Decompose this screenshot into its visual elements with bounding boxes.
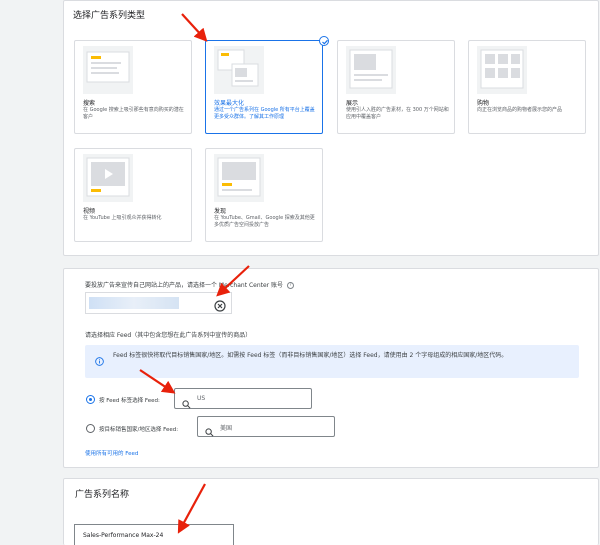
help-icon[interactable]: ? — [286, 282, 294, 289]
tile-discovery-title: 发现 — [214, 208, 227, 215]
search-icon — [182, 394, 191, 409]
search-icon — [205, 422, 214, 437]
tile-performance-max[interactable]: 效果最大化 通过一个广告系列在 Google 所有平台上覆盖更多受众群体。了解其… — [205, 40, 323, 134]
left-gutter — [0, 0, 62, 545]
radio-feed-label-button[interactable] — [86, 395, 95, 404]
clear-icon[interactable] — [214, 297, 226, 312]
tile-display-title: 展示 — [346, 100, 359, 107]
merchant-account-value-redacted — [89, 297, 179, 309]
radio-feed-label-text: 按 Feed 标签选择 Feed: — [99, 398, 160, 404]
tile-display[interactable]: 展示 使用引人入胜的广告素材，在 300 万个网站和应用中覆盖客户 — [337, 40, 455, 134]
campaign-name-input[interactable]: Sales-Performance Max-24 — [74, 524, 234, 545]
performance-max-thumbnail-icon — [214, 46, 264, 94]
tile-performance-max-desc: 通过一个广告系列在 Google 所有平台上覆盖更多受众群体。了解其工作原理 — [214, 107, 315, 120]
use-all-feeds-link[interactable]: 使用所有可用的 Feed — [85, 449, 138, 457]
display-thumbnail-icon — [346, 46, 396, 94]
campaign-name-title: 广告系列名称 — [75, 490, 130, 500]
merchant-account-label: 要投放广告来宣传自己网站上的产品，请选择一个 Merchant Center 账… — [85, 280, 294, 289]
tile-video[interactable]: 视频 在 YouTube 上吸引观众并获得转化 — [74, 148, 192, 242]
tile-shopping-title: 购物 — [477, 100, 490, 107]
info-banner-text: Feed 标签很快将取代目标销售国家/地区。如需按 Feed 标签（而非目标销售… — [113, 352, 508, 359]
feed-label-info-banner: Feed 标签很快将取代目标销售国家/地区。如需按 Feed 标签（而非目标销售… — [85, 345, 579, 378]
video-thumbnail-icon — [83, 154, 133, 202]
tile-discovery[interactable]: 发现 在 YouTube、Gmail、Google 探索及其他更多优质广告空间投… — [205, 148, 323, 242]
radio-country-button[interactable] — [86, 424, 95, 433]
feed-select-label: 请选择相应 Feed（其中包含您想在此广告系列中宣传的商品） — [85, 332, 252, 339]
tile-video-desc: 在 YouTube 上吸引观众并获得转化 — [83, 215, 162, 221]
tile-search[interactable]: 搜索 在 Google 搜索上吸引那些有意向购买的潜在客户 — [74, 40, 192, 134]
tile-shopping[interactable]: 购物 向正在浏览商品的购物者展示您的产品 — [468, 40, 586, 134]
feed-label-search-input[interactable]: US — [174, 388, 312, 409]
campaign-name-value: Sales-Performance Max-24 — [83, 532, 164, 539]
tile-shopping-desc: 向正在浏览商品的购物者展示您的产品 — [477, 107, 563, 113]
search-thumbnail-icon — [83, 46, 133, 94]
shopping-thumbnail-icon — [477, 46, 527, 94]
country-search-value: 美国 — [220, 425, 233, 432]
tile-performance-max-title: 效果最大化 — [214, 100, 245, 107]
tile-search-desc: 在 Google 搜索上吸引那些有意向购买的潜在客户 — [83, 107, 184, 120]
discovery-thumbnail-icon — [214, 154, 264, 202]
merchant-account-select[interactable] — [85, 292, 232, 314]
tile-search-title: 搜索 — [83, 100, 96, 107]
tile-video-title: 视频 — [83, 208, 96, 215]
radio-country-text: 按目标销售国家/地区选择 Feed: — [99, 427, 179, 433]
tile-discovery-desc: 在 YouTube、Gmail、Google 探索及其他更多优质广告空间投放广告 — [214, 215, 315, 228]
campaign-type-title: 选择广告系列类型 — [73, 11, 146, 21]
info-icon — [95, 351, 104, 366]
tile-display-desc: 使用引人入胜的广告素材，在 300 万个网站和应用中覆盖客户 — [346, 107, 449, 120]
selected-check-icon — [319, 36, 329, 46]
country-search-input[interactable]: 美国 — [197, 416, 335, 437]
feed-label-search-value: US — [197, 395, 206, 402]
